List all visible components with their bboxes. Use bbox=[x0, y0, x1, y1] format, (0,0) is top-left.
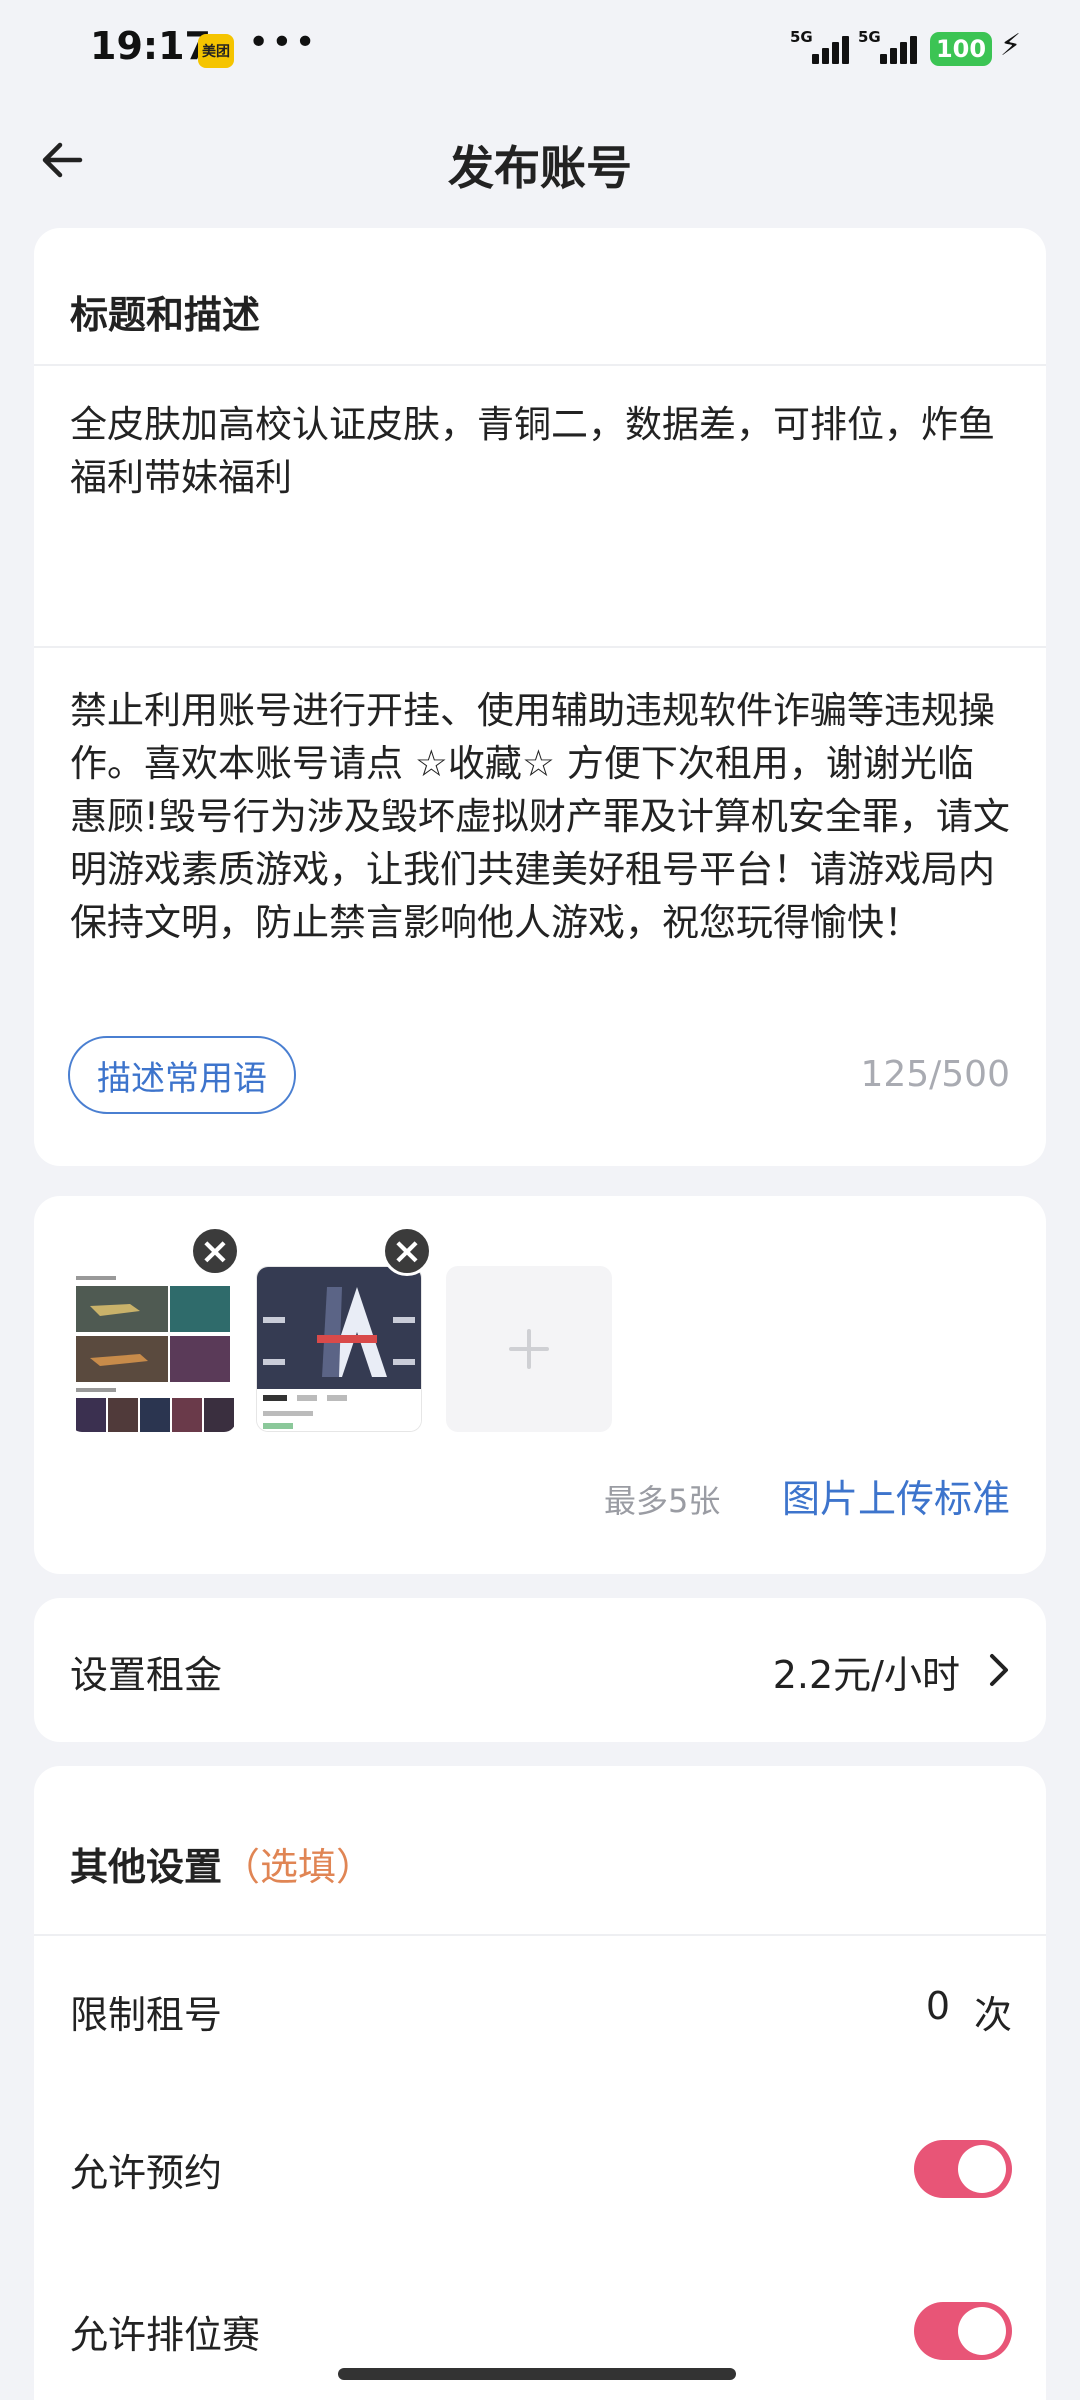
signal-icon: 5G bbox=[790, 28, 854, 66]
toggle-knob bbox=[958, 2145, 1006, 2193]
chevron-right-icon bbox=[990, 1654, 1008, 1686]
player-stats-screenshot bbox=[257, 1267, 421, 1431]
image-upload-standard-link[interactable]: 图片上传标准 bbox=[782, 1468, 1010, 1523]
remove-image-icon[interactable]: × bbox=[190, 1226, 240, 1276]
other-settings-card: 其他设置（选填） 限制租号 0 次 允许预约 允许排位赛 bbox=[34, 1766, 1046, 2400]
add-image-button[interactable] bbox=[446, 1266, 612, 1432]
rent-label: 设置租金 bbox=[70, 1653, 223, 1697]
remove-image-icon[interactable]: × bbox=[382, 1226, 432, 1276]
optional-tag: （选填） bbox=[222, 1845, 375, 1889]
limit-rent-value[interactable]: 0 bbox=[926, 1984, 950, 2028]
allow-ranked-toggle[interactable] bbox=[914, 2302, 1012, 2360]
status-bar: 19:17 美团 ••• 5G 5G 100 ⚡ bbox=[0, 0, 1080, 100]
meituan-app-icon: 美团 bbox=[198, 34, 234, 68]
char-count: 125/500 bbox=[860, 1054, 1010, 1095]
title-description-card: 标题和描述 全皮肤加高校认证皮肤，青铜二，数据差，可排位，炸鱼福利带妹福利 禁止… bbox=[34, 228, 1046, 1166]
page-title: 发布账号 bbox=[448, 141, 632, 195]
charging-icon: ⚡ bbox=[1000, 28, 1022, 63]
divider bbox=[34, 1934, 1046, 1936]
images-card: × × 最多5张 图片上传标准 bbox=[34, 1196, 1046, 1574]
home-indicator[interactable] bbox=[338, 2368, 736, 2380]
divider bbox=[34, 364, 1046, 366]
weapon-skins-screenshot bbox=[70, 1266, 236, 1432]
allow-reservation-label: 允许预约 bbox=[70, 2151, 223, 2195]
title-input[interactable]: 全皮肤加高校认证皮肤，青铜二，数据差，可排位，炸鱼福利带妹福利 bbox=[70, 398, 1010, 504]
limit-rent-unit: 次 bbox=[973, 1993, 1012, 2037]
uploaded-image-thumbnail[interactable] bbox=[256, 1266, 422, 1432]
allow-ranked-label: 允许排位赛 bbox=[70, 2313, 261, 2357]
rent-setting-row[interactable]: 设置租金 2.2元/小时 bbox=[34, 1598, 1046, 1742]
plus-icon bbox=[509, 1329, 549, 1369]
toggle-knob bbox=[958, 2307, 1006, 2355]
signal-icon-2: 5G bbox=[858, 28, 922, 66]
description-input[interactable]: 禁止利用账号进行开挂、使用辅助违规软件诈骗等违规操作。喜欢本账号请点 ☆收藏☆ … bbox=[70, 684, 1010, 949]
status-time: 19:17 bbox=[90, 24, 211, 68]
allow-reservation-toggle[interactable] bbox=[914, 2140, 1012, 2198]
other-settings-heading: 其他设置 bbox=[70, 1845, 223, 1889]
common-phrases-button[interactable]: 描述常用语 bbox=[68, 1036, 296, 1114]
more-notifications-icon: ••• bbox=[248, 22, 318, 63]
section-heading: 标题和描述 bbox=[70, 293, 261, 337]
limit-rent-label: 限制租号 bbox=[70, 1993, 223, 2037]
uploaded-image-thumbnail[interactable] bbox=[70, 1266, 236, 1432]
top-nav: 发布账号 bbox=[0, 110, 1080, 210]
section-heading: 其他设置（选填） bbox=[70, 1836, 374, 1891]
max-images-note: 最多5张 bbox=[604, 1482, 721, 1520]
divider bbox=[34, 646, 1046, 648]
battery-icon: 100 bbox=[930, 32, 992, 66]
rent-value: 2.2元/小时 bbox=[772, 1653, 960, 1697]
